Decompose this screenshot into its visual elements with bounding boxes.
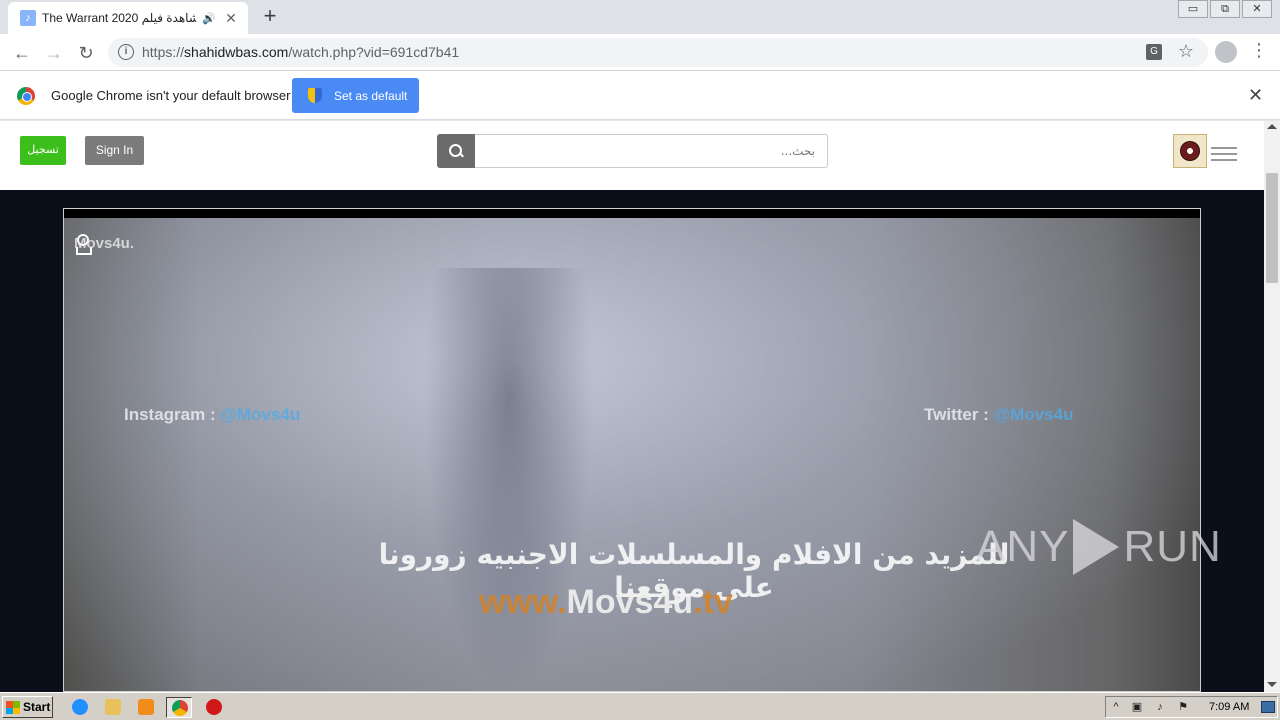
forward-button[interactable]: → <box>41 40 67 66</box>
new-tab-button[interactable]: + <box>258 4 282 28</box>
browser-toolbar: ← → ↻ i https://shahidwbas.com/watch.php… <box>0 34 1280 71</box>
volume-icon[interactable]: ♪ <box>1153 701 1167 714</box>
file-explorer-icon[interactable] <box>100 697 126 718</box>
windows-logo-icon <box>6 700 20 714</box>
taskbar-clock[interactable]: 7:09 AM <box>1209 701 1249 713</box>
tab-title: The Warrant 2020 مشاهدة فيلم <box>42 11 197 25</box>
music-icon: ♪ <box>20 10 36 26</box>
show-desktop-icon[interactable] <box>1261 701 1275 713</box>
speaker-icon[interactable]: 🔊 <box>202 12 216 25</box>
hamburger-menu-icon[interactable] <box>1211 147 1237 165</box>
register-button[interactable]: تسجيل <box>20 136 66 165</box>
instagram-caption: Instagram : @Movs4u <box>124 405 300 425</box>
internet-explorer-icon[interactable] <box>67 697 93 718</box>
anyrun-left: ANY <box>976 522 1070 571</box>
tab-close-icon[interactable]: ✕ <box>222 10 240 27</box>
video-figure <box>424 268 594 691</box>
stop-icon[interactable] <box>201 697 227 718</box>
set-as-default-label: Set as default <box>334 88 408 103</box>
play-icon <box>1073 519 1120 575</box>
chrome-taskbar-icon[interactable] <box>166 697 192 718</box>
media-player-icon[interactable] <box>133 697 159 718</box>
windows-taskbar: Start ^ ▣ ♪ ⚑ 7:09 AM <box>0 692 1280 720</box>
set-as-default-button[interactable]: Set as default <box>292 78 419 113</box>
url-text[interactable]: https://shahidwbas.com/watch.php?vid=691… <box>142 44 459 60</box>
url-path: /watch.php?vid=691cd7b41 <box>288 44 460 60</box>
search-button[interactable] <box>437 134 475 168</box>
search-input[interactable] <box>475 134 828 168</box>
infobar-close-icon[interactable]: ✕ <box>1248 85 1263 106</box>
site-logo[interactable] <box>1173 134 1207 168</box>
video-site-caption: www.Movs4u.tv <box>479 583 733 622</box>
twitter-label: Twitter : <box>924 405 989 424</box>
scroll-down-arrow-icon[interactable] <box>1267 682 1277 687</box>
video-frame[interactable]: Movs4u. Instagram : @Movs4u Twitter : @M… <box>64 218 1200 691</box>
action-center-flag-icon[interactable]: ⚑ <box>1176 701 1190 714</box>
scroll-thumb[interactable] <box>1266 173 1278 283</box>
tray-expand-icon[interactable]: ^ <box>1109 701 1123 714</box>
window-controls: ▭ ⧉ ✕ <box>1176 0 1272 18</box>
start-label: Start <box>23 700 51 714</box>
instagram-label: Instagram : <box>124 405 216 424</box>
url-host: shahidwbas.com <box>184 44 289 60</box>
back-button[interactable]: ← <box>9 40 35 66</box>
url-scheme: https:// <box>142 44 185 60</box>
twitter-caption: Twitter : @Movs4u <box>924 405 1073 425</box>
system-tray: ^ ▣ ♪ ⚑ 7:09 AM <box>1105 696 1278 718</box>
restore-button[interactable]: ⧉ <box>1210 0 1240 18</box>
bookmark-star-icon[interactable]: ☆ <box>1178 41 1194 62</box>
anyrun-right: RUN <box>1123 522 1222 571</box>
reload-button[interactable]: ↻ <box>73 40 99 66</box>
anyrun-watermark: ANY RUN <box>976 519 1222 575</box>
tab-active[interactable]: ♪ The Warrant 2020 مشاهدة فيلم 🔊 ✕ <box>8 2 248 34</box>
uac-shield-icon <box>308 88 322 103</box>
video-player[interactable]: Movs4u. Instagram : @Movs4u Twitter : @M… <box>63 208 1201 692</box>
web-page: تسجيل Sign In Movs4u. Instagram : @Movs4… <box>0 121 1264 692</box>
tab-strip: ♪ The Warrant 2020 مشاهدة فيلم 🔊 ✕ + ▭ ⧉… <box>0 0 1280 34</box>
video-top-bar <box>64 209 1200 218</box>
translate-icon[interactable]: G <box>1146 44 1162 60</box>
twitter-handle: @Movs4u <box>993 405 1074 424</box>
scroll-up-arrow-icon[interactable] <box>1267 124 1277 129</box>
infobar-message: Google Chrome isn't your default browser <box>51 88 291 103</box>
video-watermark-small: Movs4u. <box>74 235 135 252</box>
minimize-button[interactable]: ▭ <box>1178 0 1208 18</box>
profile-avatar-icon[interactable] <box>1215 41 1237 63</box>
site-suffix: .tv <box>693 583 733 621</box>
close-window-button[interactable]: ✕ <box>1242 0 1272 18</box>
site-header: تسجيل Sign In <box>0 121 1264 190</box>
instagram-handle: @Movs4u <box>220 405 301 424</box>
site-name: Movs4u <box>566 583 694 621</box>
chrome-menu-icon[interactable]: ⋮ <box>1250 40 1268 61</box>
network-icon[interactable]: ▣ <box>1130 701 1144 714</box>
page-scrollbar[interactable] <box>1264 121 1280 692</box>
sign-in-button[interactable]: Sign In <box>85 136 144 165</box>
start-button[interactable]: Start <box>2 696 53 718</box>
info-icon[interactable]: i <box>118 44 134 60</box>
address-bar[interactable]: i https://shahidwbas.com/watch.php?vid=6… <box>108 38 1208 67</box>
chrome-logo-icon <box>17 87 35 105</box>
site-prefix: www. <box>479 583 567 621</box>
default-browser-infobar: Google Chrome isn't your default browser… <box>0 71 1280 120</box>
